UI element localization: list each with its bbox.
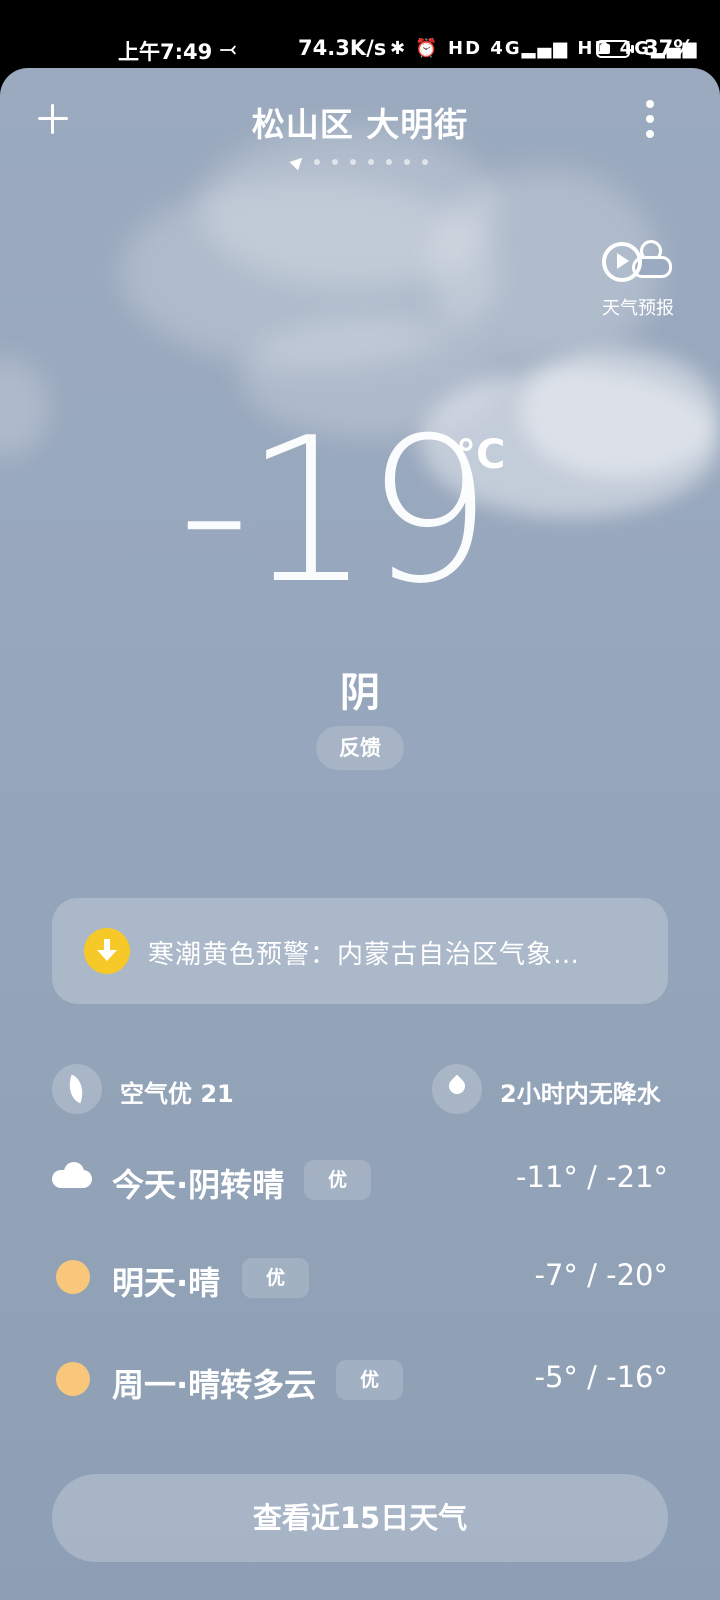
page-dot [314,159,320,165]
battery-percent: 37% [644,36,695,60]
precipitation-text: 2小时内无降水 [500,1080,661,1108]
air-quality-text: 空气优 21 [120,1080,234,1108]
location-title: 松山区 大明街 [251,105,469,144]
page-dot [350,159,356,165]
feedback-button[interactable]: 反馈 [316,726,404,770]
temperature-unit: °C [456,432,506,478]
leaf-shape [63,1074,89,1104]
bg-cloud [0,358,50,458]
view-15-day-forecast-button[interactable]: 查看近15日天气 [52,1474,668,1562]
status-time: 上午7:49 [118,40,213,64]
bg-cloud [520,348,720,478]
sun-icon [56,1260,90,1294]
day-temp-range: -5° / -16° [534,1360,669,1394]
page-dot [332,159,338,165]
forecast-row-tomorrow[interactable]: 明天·晴 优 -7° / -20° [52,1246,668,1306]
page-dot [404,159,410,165]
page-dot [368,159,374,165]
weather-alert-banner[interactable]: 寒潮黄色预警：内蒙古自治区气象… [52,898,668,1004]
drop-icon [432,1064,482,1114]
weather-screen: 松山区 大明街 天气预报 -19 °C 阴 反馈 寒潮黄色预警：内蒙古自治区气象… [0,68,720,1600]
cloud-icon [52,1162,92,1188]
drop-shape [445,1074,469,1098]
menu-dot [646,130,654,138]
weather-forecast-video-button[interactable]: 天气预报 [596,240,680,320]
battery-icon [596,40,630,58]
day-label: 周一·晴转多云 [112,1366,317,1404]
status-link-icon: ⤙ [220,36,236,60]
air-quality[interactable]: 空气优 21 [52,1064,312,1114]
aqi-badge: 优 [336,1360,404,1400]
page-dot [386,159,392,165]
page-dot [422,159,428,165]
sun-icon [56,1362,90,1396]
status-net-speed: 74.3K/s [298,36,387,60]
current-temperature: -19 [178,395,493,628]
forecast-row-today[interactable]: 今天·阴转晴 优 -11° / -21° [52,1148,668,1208]
battery-fill [600,44,610,54]
current-condition: 阴 [340,670,380,716]
day-temp-range: -7° / -20° [534,1258,669,1292]
aqi-badge: 优 [304,1160,372,1200]
play-icon [617,253,629,269]
menu-dot [646,115,654,123]
more-menu-button[interactable] [640,100,660,140]
precipitation-info[interactable]: 2小时内无降水 [432,1064,672,1114]
warning-download-icon [84,928,130,974]
alert-text: 寒潮黄色预警：内蒙古自治区气象… [148,940,581,970]
menu-dot [646,100,654,108]
status-bar: 上午7:49 ⤙ 74.3K/s ✱ ⏰ HD 4G▂▄▆ HD 4G▂▄▆ 3… [0,0,720,68]
day-label: 明天·晴 [112,1264,221,1302]
day-label: 今天·阴转晴 [112,1166,285,1204]
forecast-row-monday[interactable]: 周一·晴转多云 优 -5° / -16° [52,1348,668,1408]
battery-tip [631,45,634,53]
aqi-badge: 优 [242,1258,310,1298]
leaf-icon [52,1064,102,1114]
forecast-video-label: 天气预报 [602,298,674,319]
day-temp-range: -11° / -21° [516,1160,668,1194]
